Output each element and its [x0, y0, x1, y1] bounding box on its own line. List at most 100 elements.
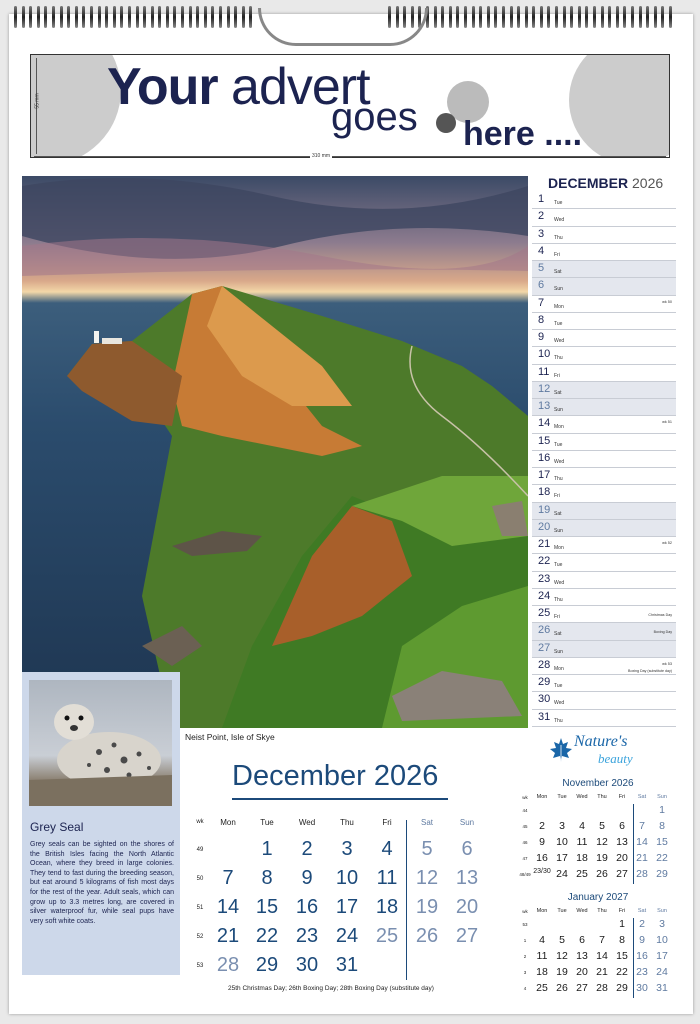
logo-text-line-1: Nature's — [574, 733, 628, 750]
wire-ring — [631, 6, 634, 28]
mini-calendar-january: January 2027 wk Mon Tue Wed Thu Fri Sat Sun 53 1 2 3… — [518, 892, 678, 1002]
wire-ring — [173, 6, 177, 28]
mini-calendar-day: 11 — [536, 950, 548, 962]
wire-ring — [433, 6, 437, 28]
advert-decor-circle-right — [569, 55, 669, 157]
daylist-week-number: wk 53 — [662, 661, 672, 666]
daylist-week-number: wk 52 — [662, 541, 672, 545]
daylist-date: 27 — [538, 641, 551, 654]
daylist-weekday: Fri — [554, 251, 560, 258]
daylist-date: 16 — [538, 451, 551, 464]
daylist-weekday: Wed — [554, 700, 565, 707]
daylist-weekday: Thu — [554, 717, 563, 724]
daylist-weekday: Sat — [554, 510, 562, 517]
mini-week-number-header: wk — [522, 909, 528, 914]
daylist-row: 19 Sat — [532, 502, 676, 520]
mini-weekday-header: Sat — [637, 908, 647, 914]
daylist-row: 6 Sun — [532, 278, 676, 296]
wire-ring — [555, 6, 559, 28]
daylist-weekday: Wed — [554, 458, 565, 465]
mini-calendar-day: 23/30 — [533, 868, 551, 875]
mini-calendar-day: 10 — [656, 934, 668, 946]
daylist-heading: DECEMBER 2026 — [548, 175, 664, 191]
daylist-holiday: Boxing Day — [653, 630, 672, 635]
daylist-date: 14 — [538, 417, 551, 430]
wire-ring — [479, 6, 483, 28]
mini-calendar-day: 17 — [556, 852, 568, 864]
mini-calendar-day: 27 — [576, 982, 588, 994]
mini-weekday-header: Sun — [657, 794, 667, 800]
mini-weekday-header: Mon — [536, 794, 548, 800]
mini-calendar-day: 5 — [599, 820, 605, 832]
calendar-day: 28 — [216, 954, 240, 976]
calendar-day: 4 — [381, 838, 393, 860]
daylist-row: 4 Fri — [532, 244, 676, 261]
daylist-row: 30 Wed — [532, 692, 676, 710]
mini-week-number: 46 — [522, 840, 528, 845]
mini-month-title: January 2027 — [567, 892, 629, 903]
daylist-row: 2 Wed — [532, 209, 676, 227]
wire-ring — [44, 6, 48, 28]
daylist-date: 26 — [538, 624, 551, 637]
mini-calendar-day: 29 — [616, 982, 628, 994]
mini-calendar-november: November 2026 wk Mon Tue Wed Thu Fri Sat Sun 44 1 4… — [518, 778, 678, 888]
advert-line-3: here .... — [463, 115, 583, 153]
mini-week-number: 53 — [522, 922, 528, 927]
mini-calendar-day: 2 — [539, 820, 545, 832]
daylist-row: 10 Thu — [532, 347, 676, 365]
wire-ring — [143, 6, 147, 28]
daylist-weekday: Fri — [554, 614, 560, 620]
mini-calendar-day: 16 — [536, 852, 548, 864]
week-number: 52 — [196, 934, 204, 940]
mini-calendar-day: 3 — [559, 820, 565, 832]
daylist-date: 28 — [538, 658, 551, 671]
wire-ring — [494, 6, 498, 28]
wire-ring — [112, 6, 116, 28]
daylist-date: 4 — [538, 244, 545, 257]
daylist-row: 20 Sun — [532, 519, 676, 537]
daylist-date: 5 — [538, 262, 545, 274]
daylist-weekday: Tue — [554, 562, 563, 569]
daylist-row: 14 Mon wk 51 — [532, 416, 676, 434]
mini-calendar-day: 26 — [556, 982, 568, 994]
daylist-date: 12 — [538, 382, 551, 395]
advert-width-dimension — [34, 156, 666, 157]
wire-ring — [249, 6, 253, 28]
seal-description: Grey seals can be sighted on the shores … — [30, 841, 174, 925]
calendar-day: 5 — [421, 838, 433, 860]
weekday-header: Wed — [298, 818, 316, 827]
weekday-header: Tue — [260, 818, 274, 827]
daylist-date: 25 — [538, 607, 551, 619]
week-number: 51 — [196, 905, 204, 911]
mini-week-number-header: wk — [522, 795, 528, 800]
daylist-row: 15 Tue — [532, 434, 676, 451]
mini-calendar-day: 12 — [556, 950, 568, 962]
mini-calendar-day: 21 — [596, 966, 608, 978]
mini-weekday-header: Thu — [597, 794, 607, 800]
holiday-footnote: 25th Christmas Day; 26th Boxing Day; 28t… — [228, 985, 434, 992]
daylist-date: 24 — [538, 589, 551, 602]
wire-ring — [441, 6, 445, 28]
mini-week-number: 48/49 — [519, 872, 531, 877]
wire-ring — [585, 6, 589, 28]
daylist-row: 28 Mon wk 53 Boxing Day (substitute day) — [532, 658, 676, 675]
advert-box: Your advert goes here .... — [30, 54, 670, 158]
daylist-date: 18 — [538, 486, 551, 499]
wire-ring — [562, 6, 566, 28]
daylist-row: 27 Sun — [532, 640, 676, 658]
mini-calendar-day: 9 — [639, 934, 645, 946]
mini-calendar-day: 16 — [636, 950, 648, 962]
wire-ring — [608, 6, 612, 28]
mini-calendar-day: 3 — [659, 918, 665, 930]
daylist-weekday: Fri — [554, 493, 560, 500]
mini-calendar-day: 20 — [576, 966, 588, 978]
wire-ring — [615, 6, 619, 28]
wire-ring — [661, 6, 665, 28]
daylist-weekday: Tue — [554, 200, 563, 206]
wire-ring — [181, 6, 185, 28]
calendar-day: 9 — [301, 867, 313, 889]
wire-ring — [82, 6, 86, 28]
wire-ring — [234, 6, 238, 28]
mini-calendar-day: 8 — [659, 820, 665, 832]
daylist-row: 9 Wed — [532, 330, 676, 348]
